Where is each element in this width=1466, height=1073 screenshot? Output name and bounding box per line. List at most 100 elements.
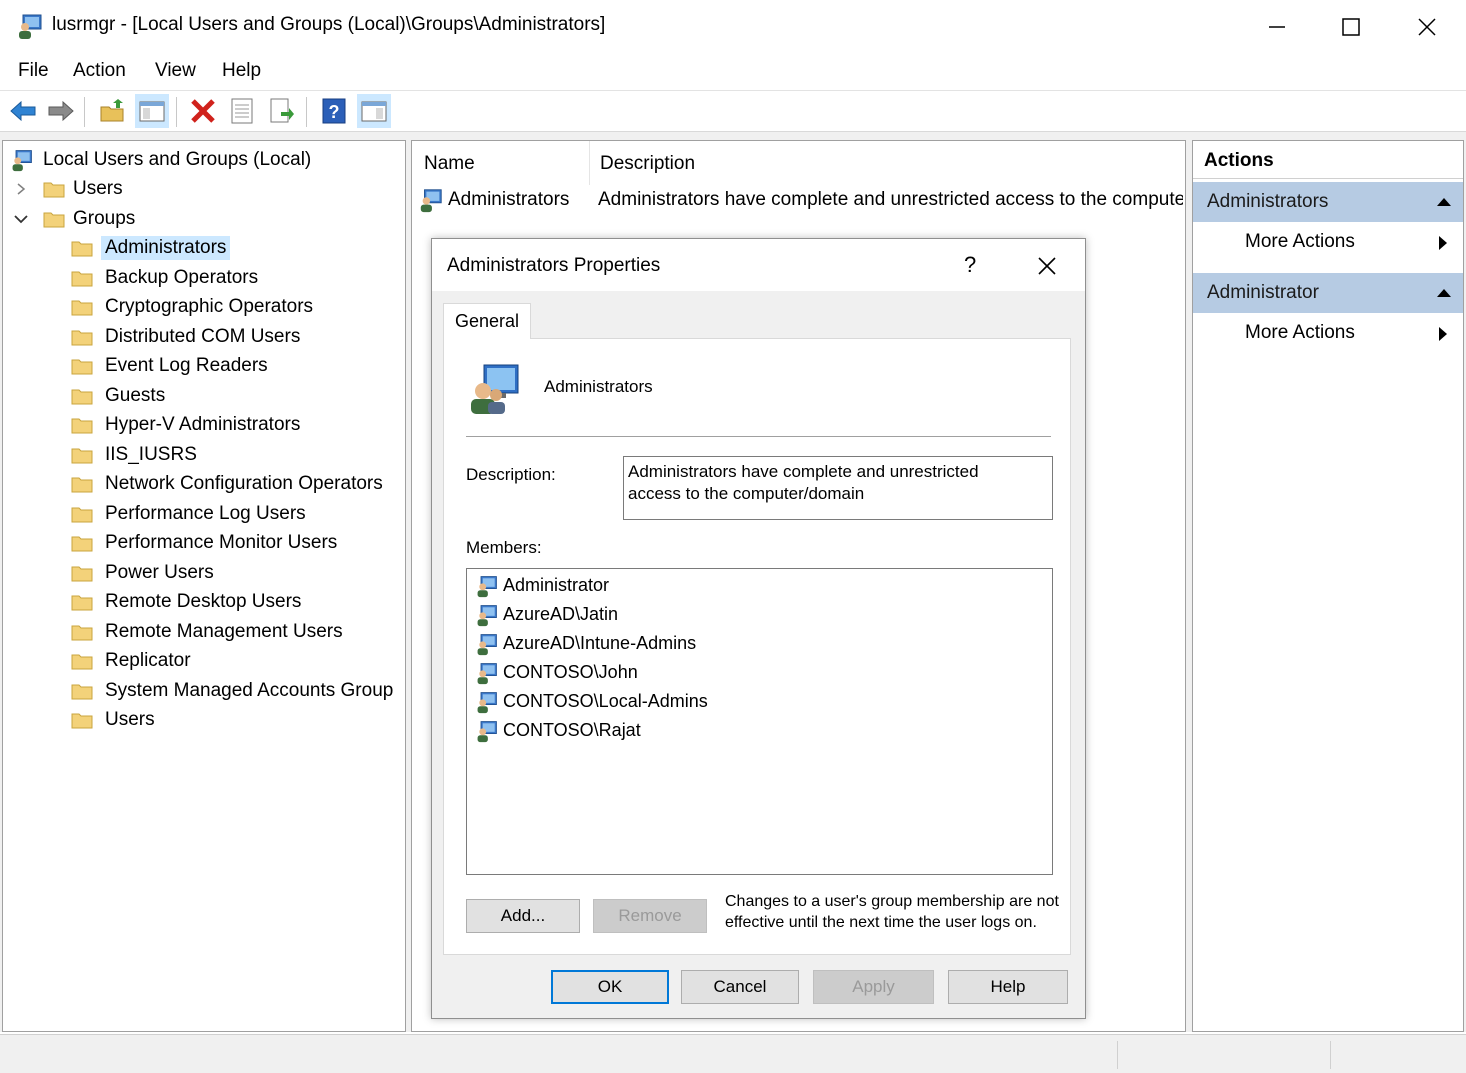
tree-group-item[interactable]: Network Configuration Operators (71, 470, 404, 500)
tree-group-item[interactable]: Guests (71, 381, 404, 411)
member-name: AzureAD\Intune-Admins (503, 633, 697, 653)
tree-group-item[interactable]: Event Log Readers (71, 352, 404, 382)
minimize-button[interactable] (1240, 0, 1314, 54)
menu-file[interactable]: File (18, 60, 49, 82)
status-bar (0, 1034, 1466, 1073)
folder-icon (71, 713, 93, 729)
row-name: Administrators (448, 189, 570, 210)
delete-button[interactable] (186, 94, 220, 128)
up-folder-button[interactable] (95, 94, 129, 128)
list-item[interactable]: AzureAD\Intune-Admins (467, 629, 1052, 658)
user-icon (477, 720, 497, 742)
submenu-arrow-icon (1439, 327, 1447, 341)
tree-item-users[interactable]: Users (9, 175, 404, 205)
tree-item-groups[interactable]: Groups (9, 204, 404, 234)
cancel-button[interactable]: Cancel (681, 970, 799, 1004)
help-button[interactable]: Help (948, 970, 1068, 1004)
tree-group-item[interactable]: Performance Monitor Users (71, 529, 404, 559)
action-group-administrator[interactable]: Administrator (1193, 273, 1463, 313)
ok-button[interactable]: OK (551, 970, 669, 1004)
more-actions-label: More Actions (1245, 231, 1355, 252)
tree-group-item[interactable]: Backup Operators (71, 263, 404, 293)
add-member-button[interactable]: Add... (466, 899, 580, 933)
description-field[interactable]: Administrators have complete and unrestr… (623, 456, 1053, 520)
tree-group-item[interactable]: Hyper-V Administrators (71, 411, 404, 441)
action-group-label: Administrators (1207, 191, 1329, 212)
tree-group-item[interactable]: System Managed Accounts Group (71, 676, 404, 706)
remove-member-button[interactable]: Remove (593, 899, 707, 933)
toolbar: ? (0, 90, 1466, 132)
tree-group-label: System Managed Accounts Group (105, 679, 394, 701)
tree-group-label: Hyper-V Administrators (105, 414, 301, 436)
more-actions-item[interactable]: More Actions (1245, 316, 1455, 350)
tree-group-label: Distributed COM Users (105, 325, 301, 347)
folder-icon (71, 241, 93, 257)
apply-button[interactable]: Apply (813, 970, 934, 1004)
member-name: Administrator (503, 575, 610, 595)
forward-button[interactable] (44, 94, 78, 128)
show-hide-action-pane-button[interactable] (357, 94, 391, 128)
tree-group-item[interactable]: Administrators (71, 234, 404, 264)
menu-bar: File Action View Help (0, 54, 1466, 90)
action-group-administrators[interactable]: Administrators (1193, 182, 1463, 222)
list-item[interactable]: AzureAD\Jatin (467, 600, 1052, 629)
users-app-icon (12, 149, 32, 171)
tree-root[interactable]: Local Users and Groups (Local) (9, 145, 404, 175)
more-actions-item[interactable]: More Actions (1245, 225, 1455, 259)
dialog-close-button[interactable] (1032, 251, 1062, 281)
users-app-icon (19, 14, 42, 39)
tree-group-item[interactable]: Remote Management Users (71, 617, 404, 647)
minimize-icon (1269, 26, 1285, 28)
help-toolbar-button[interactable]: ? (317, 94, 351, 128)
maximize-icon (1342, 18, 1360, 36)
tree-group-item[interactable]: Power Users (71, 558, 404, 588)
tree-group-label: Administrators (101, 236, 231, 261)
tree-group-item[interactable]: Performance Log Users (71, 499, 404, 529)
list-item[interactable]: CONTOSO\Local-Admins (467, 687, 1052, 716)
folder-icon (71, 300, 93, 316)
show-hide-tree-button[interactable] (135, 94, 169, 128)
close-button[interactable] (1390, 0, 1464, 54)
tree-group-label: Users (105, 709, 155, 731)
table-row[interactable]: Administrators Administrators have comple… (418, 187, 1183, 217)
tree-group-label: IIS_IUSRS (105, 443, 197, 465)
tree-item-users-label: Users (73, 178, 123, 200)
tree-group-label: Network Configuration Operators (105, 473, 383, 495)
tree-group-label: Remote Management Users (105, 620, 343, 642)
members-list[interactable]: Administrator AzureAD\Jatin AzureAD\Intu… (466, 568, 1053, 875)
tree-group-label: Guests (105, 384, 166, 406)
folder-icon (71, 625, 93, 641)
tree-group-item[interactable]: Remote Desktop Users (71, 588, 404, 618)
collapse-icon[interactable] (1437, 289, 1451, 297)
export-list-button[interactable] (265, 94, 299, 128)
chevron-down-icon[interactable] (14, 213, 28, 225)
menu-help[interactable]: Help (222, 60, 261, 82)
list-item[interactable]: Administrator (467, 571, 1052, 600)
menu-view[interactable]: View (155, 60, 196, 82)
chevron-right-icon[interactable] (15, 183, 27, 195)
svg-text:?: ? (329, 102, 340, 122)
properties-icon (231, 98, 253, 124)
tab-general[interactable]: General (443, 303, 531, 339)
back-button[interactable] (6, 94, 40, 128)
tree-group-item[interactable]: Users (71, 706, 404, 736)
properties-button[interactable] (225, 94, 259, 128)
list-item[interactable]: CONTOSO\Rajat (467, 716, 1052, 745)
tree-group-label: Backup Operators (105, 266, 259, 288)
folder-icon (71, 507, 93, 523)
column-header-description[interactable]: Description (590, 141, 1185, 185)
menu-action[interactable]: Action (73, 60, 126, 82)
more-actions-label: More Actions (1245, 322, 1355, 343)
tree-group-item[interactable]: Replicator (71, 647, 404, 677)
tree-group-item[interactable]: Distributed COM Users (71, 322, 404, 352)
maximize-button[interactable] (1314, 0, 1388, 54)
close-icon (1418, 18, 1436, 36)
tree-group-item[interactable]: Cryptographic Operators (71, 293, 404, 323)
tree-group-label: Power Users (105, 561, 214, 583)
collapse-icon[interactable] (1437, 198, 1451, 206)
dialog-help-button[interactable]: ? (964, 252, 976, 278)
column-header-name[interactable]: Name (412, 141, 590, 185)
note-line: Changes to a user's group membership are… (725, 893, 1059, 910)
tree-group-item[interactable]: IIS_IUSRS (71, 440, 404, 470)
list-item[interactable]: CONTOSO\John (467, 658, 1052, 687)
